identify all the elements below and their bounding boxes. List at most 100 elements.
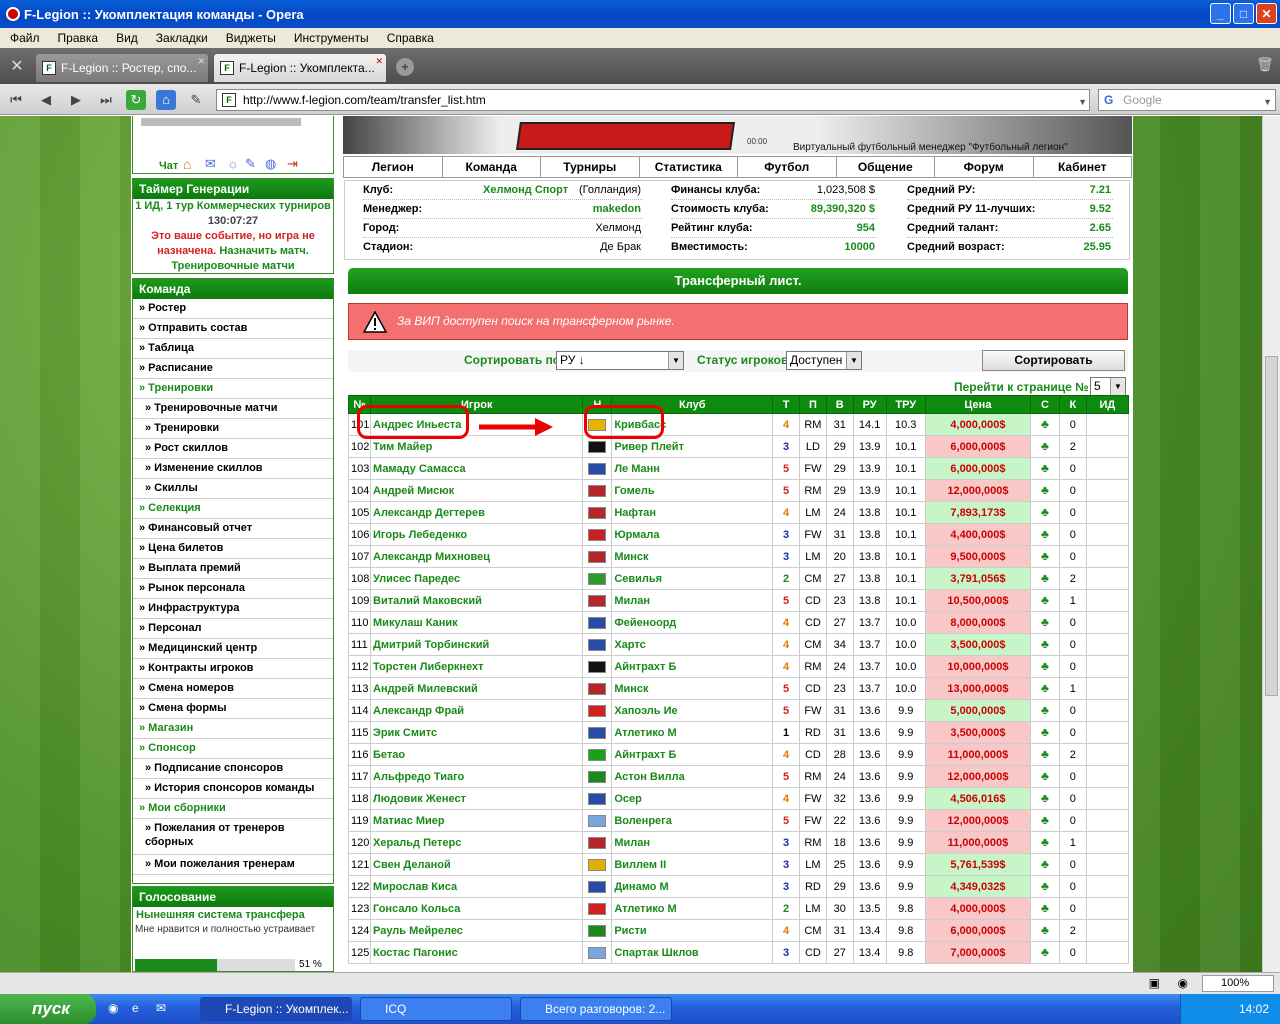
schedule-match-link[interactable]: Назначить матч.	[219, 245, 308, 257]
column-header[interactable]: К	[1058, 395, 1087, 414]
menu-file[interactable]: Файл	[0, 31, 48, 45]
club-link[interactable]: Виллем II	[611, 853, 774, 876]
forward-icon[interactable]: ▶	[66, 90, 86, 110]
sidebar-item[interactable]: » Ростер	[133, 299, 333, 319]
player-name-link[interactable]: Бетао	[370, 743, 584, 766]
zoom-select[interactable]: 100%	[1202, 975, 1274, 992]
sidebar-item[interactable]: » Цена билетов	[133, 539, 333, 559]
column-header[interactable]: РУ	[852, 395, 887, 414]
sidebar-item[interactable]: » Скиллы	[133, 479, 333, 499]
money-icon[interactable]: ♣	[1038, 902, 1052, 914]
club-name-link[interactable]: Хелмонд Спорт	[483, 181, 568, 200]
sidebar-item[interactable]: » Мои сборники	[133, 799, 333, 819]
sidebar-item[interactable]: » История спонсоров команды	[133, 779, 333, 799]
player-name-link[interactable]: Микулаш Каник	[370, 611, 584, 634]
close-button[interactable]: ✕	[1256, 3, 1277, 24]
column-header[interactable]: Цена	[924, 395, 1032, 414]
money-icon[interactable]: ♣	[1038, 550, 1052, 562]
club-link[interactable]: Минск	[611, 545, 774, 568]
column-header[interactable]: С	[1030, 395, 1060, 414]
club-link[interactable]: Ле Манн	[611, 457, 774, 480]
scrollbar-thumb[interactable]	[1265, 356, 1278, 696]
column-header[interactable]: П	[799, 395, 827, 414]
sidebar-item[interactable]: » Расписание	[133, 359, 333, 379]
taskbar-item-chat[interactable]: Всего разговоров: 2...	[520, 997, 672, 1021]
money-icon[interactable]: ♣	[1038, 484, 1052, 496]
back-icon[interactable]: ◀	[36, 90, 56, 110]
training-matches-link[interactable]: Тренировочные матчи	[133, 259, 333, 274]
sidebar-item[interactable]: » Отправить состав	[133, 319, 333, 339]
sidebar-item[interactable]: » Пожелания от тренеров сборных	[133, 819, 333, 855]
club-link[interactable]: Севилья	[611, 567, 774, 590]
player-name-link[interactable]: Дмитрий Торбинский	[370, 633, 584, 656]
topnav-statistics[interactable]: Статистика	[640, 157, 738, 177]
player-name-link[interactable]: Гонсало Кольса	[370, 897, 584, 920]
sidebar-item[interactable]: » Изменение скиллов	[133, 459, 333, 479]
sidebar-item[interactable]: » Рост скиллов	[133, 439, 333, 459]
chat-link[interactable]: Чат	[159, 160, 178, 172]
taskbar-item-opera[interactable]: F-Legion :: Укомплек...	[200, 997, 352, 1021]
money-icon[interactable]: ♣	[1038, 440, 1052, 452]
sidebar-item[interactable]: » Спонсор	[133, 739, 333, 759]
money-icon[interactable]: ♣	[1038, 638, 1052, 650]
rewind-icon[interactable]: ⏮	[6, 90, 26, 110]
sidebar-item[interactable]: » Финансовый отчет	[133, 519, 333, 539]
column-header[interactable]: ИД	[1085, 395, 1130, 414]
sidebar-item[interactable]: » Тренировки	[133, 419, 333, 439]
sidebar-item[interactable]: » Медицинский центр	[133, 639, 333, 659]
idea-icon[interactable]: ☼	[227, 156, 239, 171]
club-link[interactable]: Хартс	[611, 633, 774, 656]
player-name-link[interactable]: Свен Деланой	[370, 853, 584, 876]
player-name-link[interactable]: Александр Михновец	[370, 545, 584, 568]
topnav-forum[interactable]: Форум	[935, 157, 1034, 177]
player-name-link[interactable]: Костас Пагонис	[370, 941, 584, 964]
money-icon[interactable]: ♣	[1038, 814, 1052, 826]
money-icon[interactable]: ♣	[1038, 528, 1052, 540]
address-field[interactable]: F http://www.f-legion.com/team/transfer_…	[216, 89, 1090, 111]
tab-roster[interactable]: F F-Legion :: Ростер, спо... ✕	[36, 54, 208, 82]
column-header[interactable]: Т	[772, 395, 801, 414]
club-link[interactable]: Милан	[611, 589, 774, 612]
sidebar-item[interactable]: » Выплата премий	[133, 559, 333, 579]
sidebar-item[interactable]: » Магазин	[133, 719, 333, 739]
home-icon[interactable]: ⌂	[183, 156, 191, 172]
sidebar-item[interactable]: » Селекция	[133, 499, 333, 519]
search-input[interactable]: G Google ▼	[1098, 89, 1276, 111]
media-icon[interactable]: ◉	[108, 1001, 118, 1015]
club-link[interactable]: Воленрега	[611, 809, 774, 832]
club-link[interactable]: Ристи	[611, 919, 774, 942]
vertical-scrollbar[interactable]	[1262, 116, 1280, 972]
player-name-link[interactable]: Андрей Милевский	[370, 677, 584, 700]
sidebar-item[interactable]: » Тренировочные матчи	[133, 399, 333, 419]
club-link[interactable]: Айнтрахт Б	[611, 655, 774, 678]
player-name-link[interactable]: Мамаду Самасса	[370, 457, 584, 480]
outlook-icon[interactable]: ✉	[156, 1001, 166, 1015]
money-icon[interactable]: ♣	[1038, 858, 1052, 870]
club-link[interactable]: Юрмала	[611, 523, 774, 546]
club-link[interactable]: Нафтан	[611, 501, 774, 524]
trash-icon[interactable]: 🗑	[1256, 56, 1274, 76]
minimize-button[interactable]: _	[1210, 3, 1231, 24]
club-link[interactable]: Хапоэль Ие	[611, 699, 774, 722]
topnav-legion[interactable]: Легион	[344, 157, 443, 177]
money-icon[interactable]: ♣	[1038, 726, 1052, 738]
player-name-link[interactable]: Андрей Мисюк	[370, 479, 584, 502]
money-icon[interactable]: ♣	[1038, 506, 1052, 518]
view-icon[interactable]: ◉	[1178, 976, 1188, 990]
player-name-link[interactable]: Матиас Миер	[370, 809, 584, 832]
player-name-link[interactable]: Эрик Смитс	[370, 721, 584, 744]
money-icon[interactable]: ♣	[1038, 616, 1052, 628]
tab-close-icon[interactable]: ✕	[375, 56, 383, 67]
tools-icon[interactable]: ✕	[6, 56, 28, 78]
sidebar-item[interactable]: » Рынок персонала	[133, 579, 333, 599]
menu-edit[interactable]: Правка	[48, 31, 107, 45]
column-header[interactable]: ТРУ	[885, 395, 926, 414]
home-icon[interactable]: ⌂	[156, 90, 176, 110]
chevron-down-icon[interactable]: ▼	[1078, 92, 1087, 112]
club-link[interactable]: Динамо М	[611, 875, 774, 898]
topnav-cabinet[interactable]: Кабинет	[1034, 157, 1132, 177]
ie-icon[interactable]: e	[132, 1001, 139, 1015]
money-icon[interactable]: ♣	[1038, 418, 1052, 430]
club-link[interactable]: Фейеноорд	[611, 611, 774, 634]
money-icon[interactable]: ♣	[1038, 924, 1052, 936]
